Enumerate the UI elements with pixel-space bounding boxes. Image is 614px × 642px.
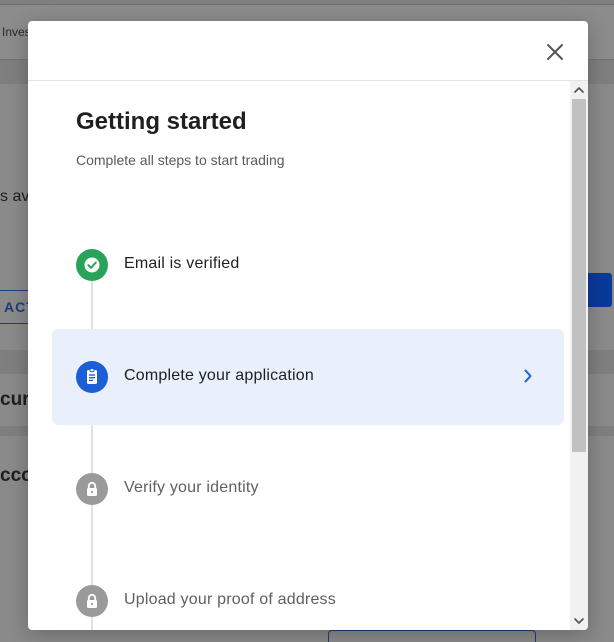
document-icon [76,361,108,393]
lock-icon [76,473,108,505]
lock-icon [76,585,108,617]
getting-started-dialog: Getting started Complete all steps to st… [28,21,588,630]
close-icon[interactable] [544,41,566,63]
caret-down-icon[interactable] [570,612,588,630]
step-label: Upload your proof of address [124,591,336,608]
background-text: s av [0,188,30,205]
scrollbar-thumb[interactable] [572,99,586,452]
step-label: Email is verified [124,255,240,272]
dialog-scrollbar[interactable] [570,81,588,630]
background-topbar-text: Inves [2,25,31,39]
caret-up-icon[interactable] [570,81,588,99]
check-circle-icon [76,249,108,281]
dialog-header [28,21,588,81]
dialog-subtitle: Complete all steps to start trading [76,152,285,168]
step-verify-identity: Verify your identity [52,441,564,537]
scroll-down-button[interactable] [570,612,588,630]
step-complete-application[interactable]: Complete your application [52,329,564,425]
scroll-up-button[interactable] [570,81,588,99]
step-label: Verify your identity [124,479,259,496]
background-outline-button [328,630,536,642]
dialog-body: Getting started Complete all steps to st… [28,81,570,630]
step-email-verified: Email is verified [52,217,564,313]
step-upload-proof-of-address: Upload your proof of address [52,553,564,630]
chevron-right-icon[interactable] [519,367,537,385]
close-button[interactable] [544,41,566,63]
dialog-title: Getting started [76,108,247,135]
step-label: Complete your application [124,367,314,384]
